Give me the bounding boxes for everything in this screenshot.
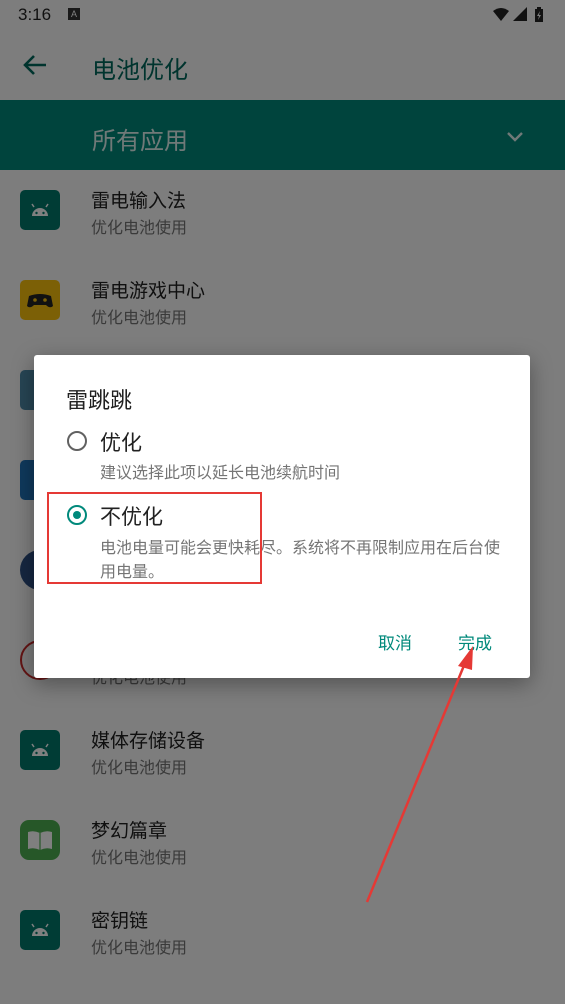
option-label: 优化 xyxy=(100,431,142,455)
radio-button[interactable] xyxy=(67,431,87,451)
cancel-button[interactable]: 取消 xyxy=(378,629,412,654)
dialog-title: 雷跳跳 xyxy=(66,389,133,414)
battery-optimization-screen: 3:16 A 电池优化 所有应用 xyxy=(0,0,565,1004)
done-button[interactable]: 完成 xyxy=(458,629,492,654)
annotation-highlight-box xyxy=(47,492,262,584)
option-description: 建议选择此项以延长电池续航时间 xyxy=(100,463,341,482)
